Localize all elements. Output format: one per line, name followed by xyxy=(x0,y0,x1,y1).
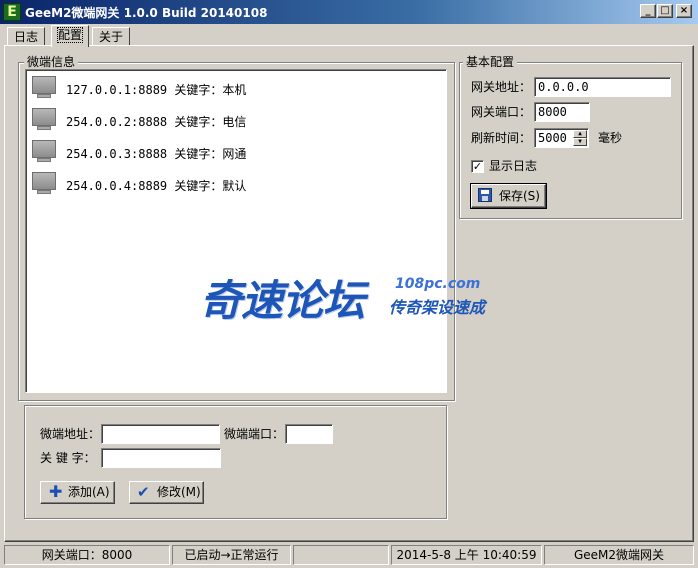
add-button-label: 添加(A) xyxy=(68,485,110,499)
list-item[interactable]: 127.0.0.1:8889 关键字：本机 xyxy=(26,73,426,103)
basic-config-caption: 基本配置 xyxy=(463,55,518,69)
status-datetime: 2014-5-8 上午 10:40:59 xyxy=(391,545,542,565)
micro-info-caption: 微端信息 xyxy=(24,55,79,69)
monitor-icon xyxy=(32,76,56,98)
show-log-label: 显示日志 xyxy=(489,159,538,173)
tab-config[interactable]: 配置 xyxy=(51,25,90,47)
floppy-disk-icon xyxy=(478,188,492,202)
title-bar[interactable]: E GeeM2微端网关 1.0.0 Build 20140108 _ □ × xyxy=(0,0,698,24)
window-title: GeeM2微端网关 1.0.0 Build 20140108 xyxy=(25,6,268,20)
address-label: 微端地址： xyxy=(40,427,101,441)
gateway-address-label: 网关地址： xyxy=(471,80,532,94)
tab-about[interactable]: 关于 xyxy=(92,27,131,46)
monitor-icon xyxy=(32,172,56,194)
spin-down-button[interactable]: ▼ xyxy=(573,138,587,146)
port-input[interactable] xyxy=(285,424,333,444)
save-button[interactable]: 保存(S) xyxy=(470,183,547,209)
keyword-label: 关 键 字： xyxy=(40,451,96,465)
keyword-input[interactable] xyxy=(101,448,221,468)
list-item-text: 254.0.0.3:8888 关键字：网通 xyxy=(66,147,247,161)
list-item[interactable]: 254.0.0.3:8888 关键字：网通 xyxy=(26,137,426,167)
monitor-icon xyxy=(32,108,56,130)
watermark-logo: 奇速论坛 xyxy=(200,276,365,325)
app-icon[interactable]: E xyxy=(3,3,21,21)
refresh-unit-label: 毫秒 xyxy=(598,131,623,145)
port-label: 微端端口： xyxy=(224,427,285,441)
status-empty xyxy=(293,545,389,565)
show-log-checkbox[interactable]: ✓ xyxy=(471,160,484,173)
list-item[interactable]: 254.0.0.2:8888 关键字：电信 xyxy=(26,105,426,135)
refresh-time-input[interactable]: 5000 ▲ ▼ xyxy=(534,128,589,148)
checkmark-icon: ✔ xyxy=(137,483,150,501)
tab-log[interactable]: 日志 xyxy=(7,27,46,46)
plus-icon: ✚ xyxy=(49,482,63,501)
list-item-text: 254.0.0.2:8888 关键字：电信 xyxy=(66,115,247,129)
add-button[interactable]: ✚ 添加(A) xyxy=(40,481,115,504)
maximize-button[interactable]: □ xyxy=(657,4,673,18)
gateway-port-input[interactable]: 8000 xyxy=(534,102,590,122)
monitor-icon xyxy=(32,140,56,162)
close-button[interactable]: × xyxy=(676,4,692,18)
refresh-time-label: 刷新时间： xyxy=(471,131,532,145)
tab-config-label: 配置 xyxy=(56,27,84,43)
list-item[interactable]: 254.0.0.4:8889 关键字：默认 xyxy=(26,169,426,199)
status-state: 已启动→正常运行 xyxy=(172,545,291,565)
save-button-label: 保存(S) xyxy=(499,189,540,203)
list-item-text: 127.0.0.1:8889 关键字：本机 xyxy=(66,83,247,97)
spin-up-button[interactable]: ▲ xyxy=(573,130,587,138)
status-port: 网关端口：8000 xyxy=(4,545,170,565)
list-item-text: 254.0.0.4:8889 关键字：默认 xyxy=(66,179,247,193)
gateway-port-label: 网关端口： xyxy=(471,105,532,119)
minimize-button[interactable]: _ xyxy=(640,4,656,18)
modify-button[interactable]: ✔ 修改(M) xyxy=(129,481,204,504)
status-app-name: GeeM2微端网关 xyxy=(544,545,694,565)
watermark-url: 108pc.com xyxy=(395,276,481,292)
refresh-time-value: 5000 xyxy=(538,131,567,145)
micro-info-list[interactable]: 127.0.0.1:8889 关键字：本机 254.0.0.2:8888 关键字… xyxy=(25,69,447,393)
modify-button-label: 修改(M) xyxy=(157,485,201,499)
address-input[interactable] xyxy=(101,424,220,444)
watermark-slogan: 传奇架设速成 xyxy=(389,298,486,317)
check-icon: ✓ xyxy=(472,160,483,173)
gateway-address-input[interactable]: 0.0.0.0 xyxy=(534,77,671,97)
